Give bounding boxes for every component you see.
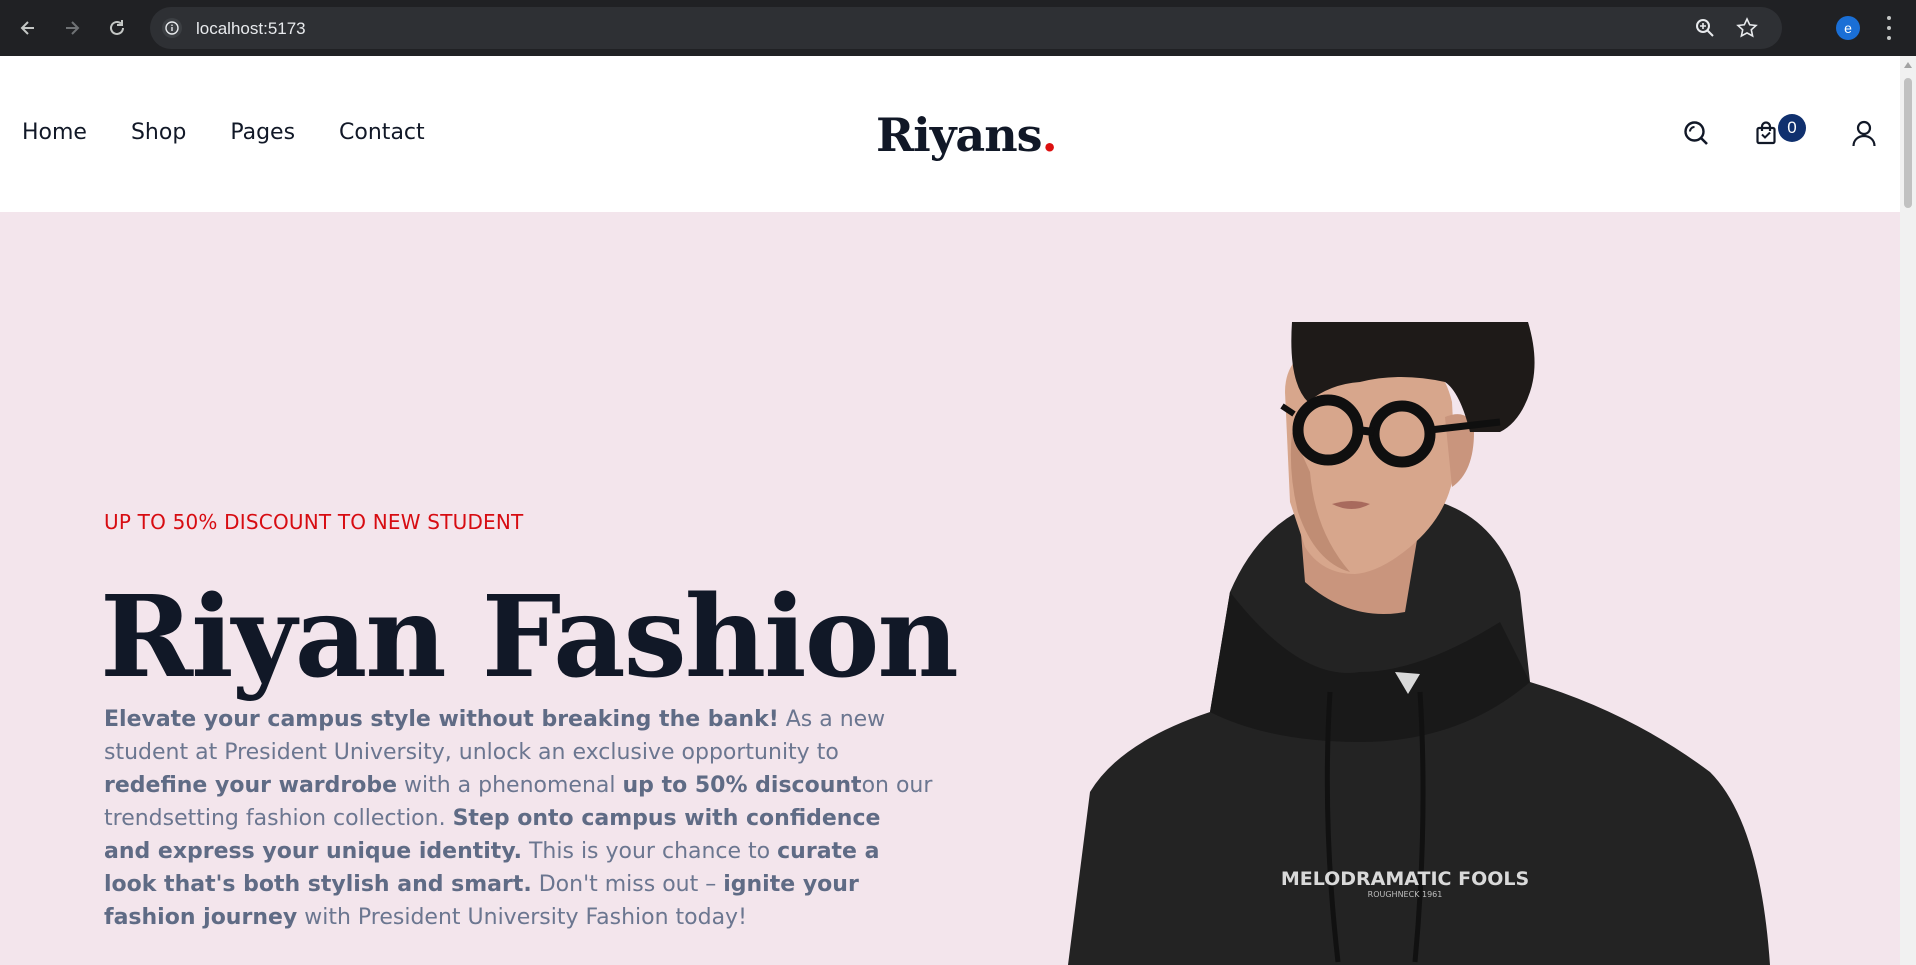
description-text: Don't miss out – — [531, 872, 724, 897]
browser-toolbar: localhost:5173 e — [0, 0, 1916, 56]
user-icon — [1852, 120, 1876, 147]
hero-model-image: MELODRAMATIC FOOLS ROUGHNECK 1961 — [1068, 322, 1770, 965]
nav-contact-link[interactable]: Contact — [339, 120, 425, 145]
profile-avatar[interactable]: e — [1836, 16, 1860, 40]
bookmark-star-icon[interactable] — [1736, 17, 1758, 44]
scrollbar-thumb[interactable] — [1904, 78, 1912, 208]
browser-menu-icon[interactable] — [1886, 16, 1892, 40]
logo-dot: . — [1041, 108, 1058, 162]
site-logo[interactable]: Riyans. — [876, 108, 1058, 162]
arrow-right-icon — [66, 21, 80, 35]
page-scrollbar[interactable] — [1900, 56, 1916, 965]
search-button[interactable] — [1681, 118, 1711, 148]
description-text: with President University Fashion today! — [297, 905, 747, 930]
nav-home-link[interactable]: Home — [22, 120, 87, 145]
shopping-bag-icon — [1756, 121, 1776, 145]
site-header: Home Shop Pages Contact Riyans. — [0, 56, 1900, 212]
description-text: with a phenomenal — [397, 773, 623, 798]
description-emphasis: up to 50% discount — [622, 773, 862, 798]
reload-button[interactable] — [103, 14, 131, 42]
search-icon — [1684, 121, 1708, 145]
promo-tagline: UP TO 50% DISCOUNT TO NEW STUDENT — [104, 510, 524, 534]
description-text: This is your chance to — [522, 839, 778, 864]
address-bar[interactable]: localhost:5173 — [150, 7, 1782, 49]
hoodie-print-text: MELODRAMATIC FOOLS — [1281, 868, 1529, 890]
cart-count-badge: 0 — [1778, 114, 1806, 142]
zoom-icon[interactable] — [1694, 17, 1716, 44]
nav-pages-link[interactable]: Pages — [230, 120, 295, 145]
site-info-icon[interactable] — [162, 18, 182, 38]
hoodie-subprint-text: ROUGHNECK 1961 — [1368, 890, 1443, 899]
url-text[interactable]: localhost:5173 — [196, 19, 306, 39]
hero-section: MELODRAMATIC FOOLS ROUGHNECK 1961 UP TO … — [0, 212, 1900, 965]
reload-icon — [110, 20, 124, 35]
description-emphasis: Elevate your campus style without breaki… — [104, 707, 779, 732]
scroll-up-arrow-icon[interactable] — [1904, 62, 1912, 68]
nav-shop-link[interactable]: Shop — [131, 120, 186, 145]
account-button[interactable] — [1849, 118, 1879, 148]
description-emphasis: redefine your wardrobe — [104, 773, 398, 798]
back-button[interactable] — [14, 14, 42, 42]
cart-button[interactable] — [1751, 118, 1781, 148]
arrow-left-icon — [20, 21, 34, 35]
hero-description: Elevate your campus style without breaki… — [104, 703, 934, 934]
hero-title: Riyan Fashion — [100, 572, 959, 703]
logo-text: Riyans — [876, 108, 1043, 162]
main-nav: Home Shop Pages Contact — [22, 120, 425, 145]
forward-button[interactable] — [58, 14, 86, 42]
